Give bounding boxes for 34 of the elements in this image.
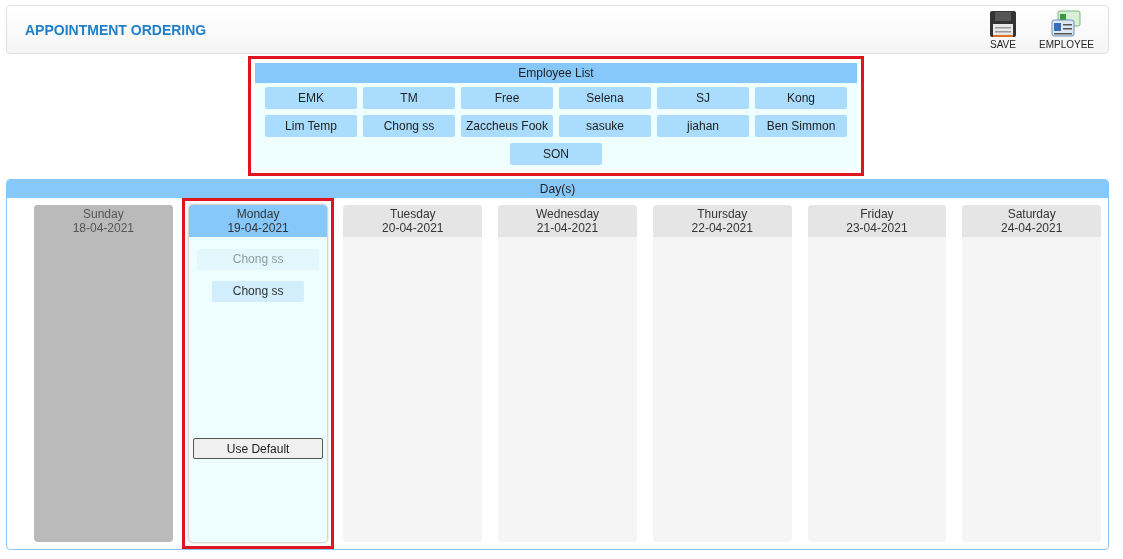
employee-chip[interactable]: Free xyxy=(461,87,553,109)
id-cards-icon xyxy=(1050,9,1083,38)
employee-button[interactable]: EMPLOYEE xyxy=(1038,9,1094,50)
day-column[interactable]: Monday 19-04-2021 Chong ss Chong ss Use Default xyxy=(188,205,328,542)
employee-chip[interactable]: SJ xyxy=(657,87,749,109)
employee-chip[interactable]: Selena xyxy=(559,87,651,109)
employee-chip[interactable]: Lim Temp xyxy=(265,115,357,137)
save-button[interactable]: SAVE xyxy=(988,9,1017,50)
employee-chip[interactable]: Zaccheus Fook xyxy=(461,115,553,137)
use-default-button[interactable]: Use Default xyxy=(193,438,324,459)
panel-header: Employee List xyxy=(255,63,857,83)
employee-chip[interactable]: Kong xyxy=(755,87,847,109)
page-title: APPOINTMENT ORDERING xyxy=(25,21,207,38)
day-column[interactable]: Wednesday 21-04-2021 xyxy=(498,205,637,542)
day-column[interactable]: Tuesday 20-04-2021 xyxy=(343,205,483,542)
employee-chip[interactable]: sasuke xyxy=(559,115,651,137)
day-column[interactable]: Thursday 22-04-2021 xyxy=(652,205,792,542)
employee-chip[interactable]: EMK xyxy=(265,87,357,109)
day-header: Thursday 22-04-2021 xyxy=(652,205,792,237)
employee-chip[interactable]: Chong ss xyxy=(363,115,455,137)
employee-chip[interactable]: jiahan xyxy=(657,115,749,137)
day-header: Saturday 24-04-2021 xyxy=(962,205,1102,237)
employee-chip[interactable]: SON xyxy=(510,143,602,165)
day-header: Friday 23-04-2021 xyxy=(807,205,947,237)
day-column[interactable]: Saturday 24-04-2021 xyxy=(962,205,1102,542)
employee-chip[interactable]: Ben Simmon xyxy=(755,115,847,137)
day-header: Monday 19-04-2021 xyxy=(188,205,328,237)
employee-chip[interactable]: Chong ss xyxy=(212,281,305,302)
employee-chip[interactable]: TM xyxy=(363,87,455,109)
day-column[interactable]: Friday 23-04-2021 xyxy=(807,205,947,542)
day-column[interactable]: Sunday 18-04-2021 xyxy=(34,205,173,542)
day-header: Wednesday 21-04-2021 xyxy=(498,205,637,237)
day-header: Tuesday 20-04-2021 xyxy=(343,205,483,237)
panel-header: Day(s) xyxy=(7,180,1108,198)
